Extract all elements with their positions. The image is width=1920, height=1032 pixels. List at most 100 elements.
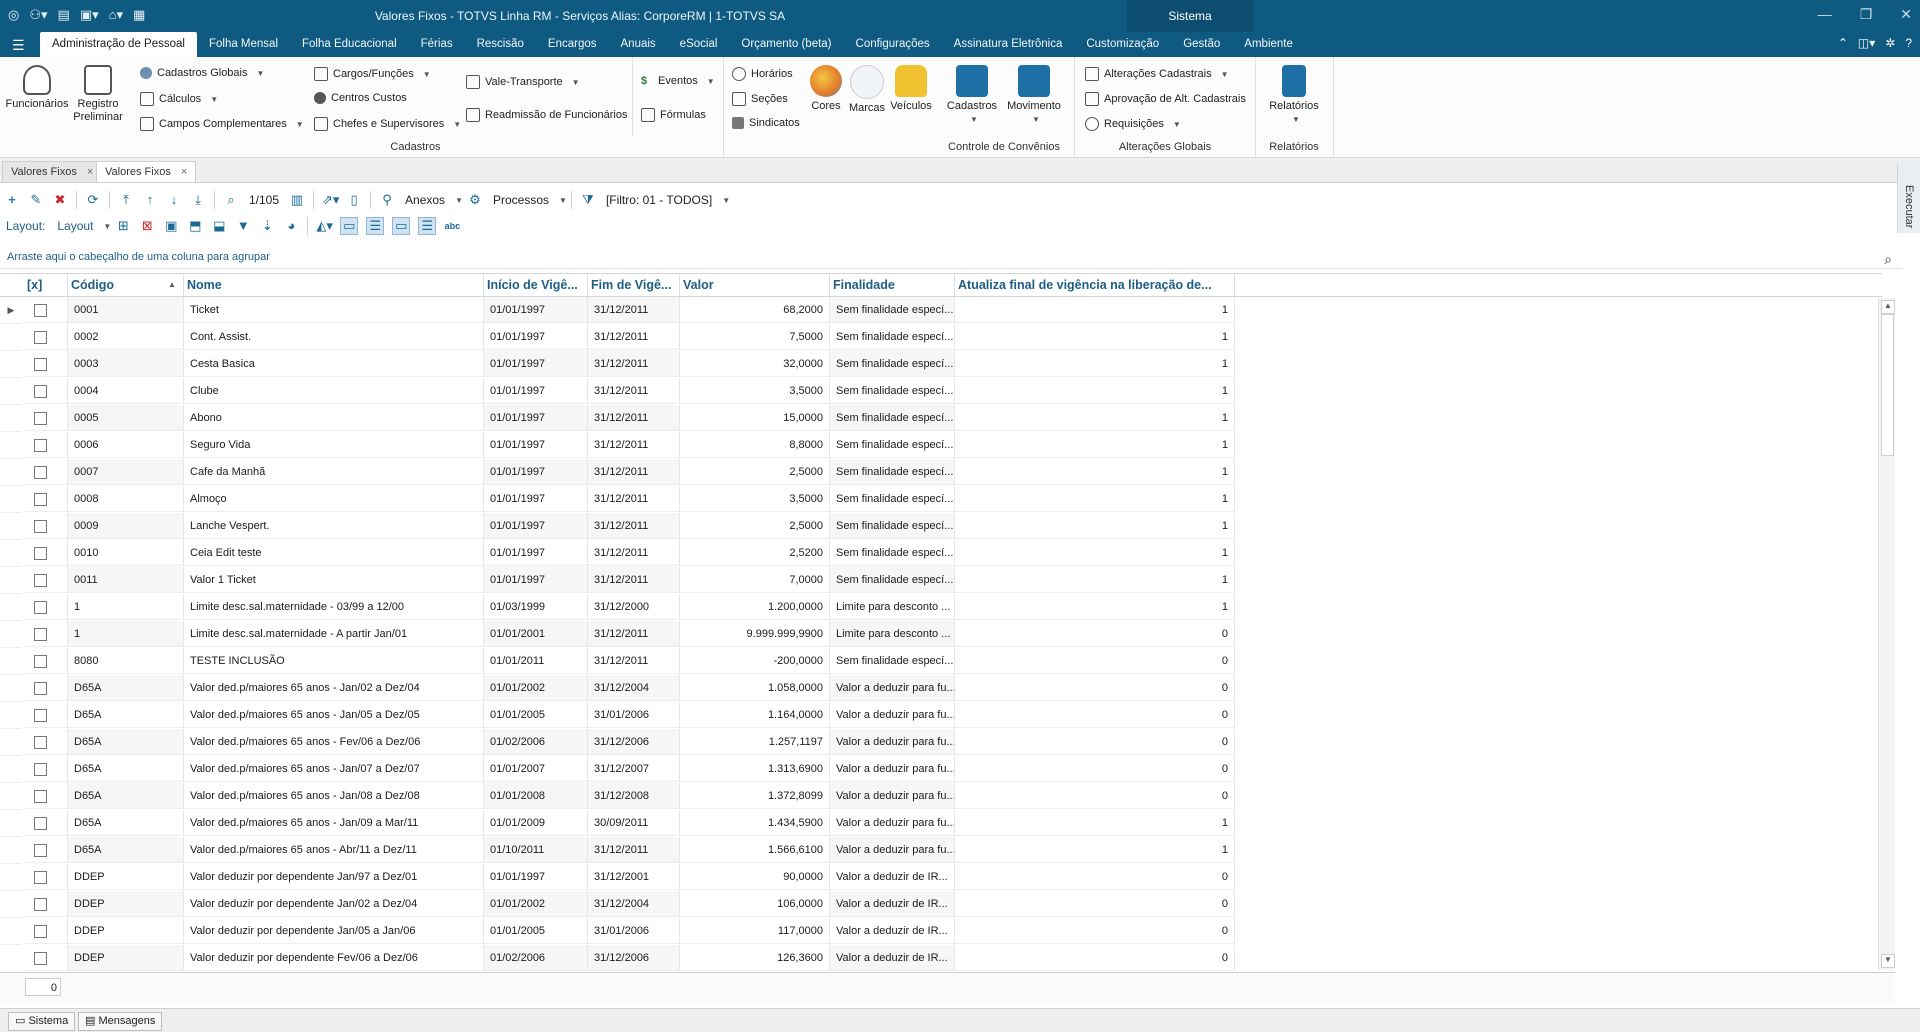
menu-tab[interactable]: Assinatura Eletrônica (942, 32, 1075, 57)
menu-tab[interactable]: Folha Mensal (197, 32, 290, 57)
grid-cell[interactable]: 1 (955, 486, 1235, 512)
table-row[interactable]: DDEP Valor deduzir por dependente Jan/05 … (0, 918, 1882, 945)
grid-cell[interactable]: 0 (955, 675, 1235, 701)
grid-cell[interactable]: Cafe da Manhã (184, 459, 484, 485)
grid-cell[interactable]: 1 (955, 378, 1235, 404)
grid-cell[interactable]: 01/01/1997 (484, 351, 588, 377)
grid-cell[interactable]: 31/12/2011 (588, 540, 680, 566)
grid-cell[interactable]: 01/01/1997 (484, 567, 588, 593)
grid-cell[interactable]: 1 (955, 432, 1235, 458)
grid-cell[interactable]: D65A (68, 756, 184, 782)
grid-cell[interactable]: D65A (68, 810, 184, 836)
column-header[interactable]: Valor (680, 274, 830, 296)
close-tab-icon[interactable]: × (87, 166, 93, 178)
shapes-icon[interactable]: ◕ (283, 218, 299, 234)
grid-cell[interactable]: Abono (184, 405, 484, 431)
grid-cell[interactable]: 117,0000 (680, 918, 830, 944)
grid-cell[interactable]: 1 (955, 297, 1235, 323)
grid-cell[interactable]: 1.434,5900 (680, 810, 830, 836)
grid-cell[interactable]: 15,0000 (680, 405, 830, 431)
row-checkbox[interactable] (34, 384, 47, 398)
grid-cell[interactable]: Valor ded.p/maiores 65 anos - Jan/09 a M… (184, 810, 484, 836)
row-checkbox[interactable] (34, 789, 47, 803)
grid-cell[interactable]: 31/12/2011 (588, 486, 680, 512)
row-checkbox[interactable] (34, 924, 47, 938)
table-row[interactable]: 8080 TESTE INCLUSÃO 01/01/2011 31/12/2011 -2… (0, 648, 1882, 675)
menu-tab[interactable]: Configurações (844, 32, 942, 57)
table-row[interactable]: D65A Valor ded.p/maiores 65 anos - Jan/02… (0, 675, 1882, 702)
grid-cell[interactable]: 3,5000 (680, 378, 830, 404)
eventos-button[interactable]: $ Eventos ▼ (641, 75, 715, 87)
grid-cell[interactable]: D65A (68, 702, 184, 728)
table-row[interactable]: D65A Valor ded.p/maiores 65 anos - Abr/11… (0, 837, 1882, 864)
grid-cell[interactable]: 8080 (68, 648, 184, 674)
table-row[interactable]: DDEP Valor deduzir por dependente Jan/02 … (0, 891, 1882, 918)
grid-cell[interactable]: Cesta Basica (184, 351, 484, 377)
chefes-supervisores-button[interactable]: Chefes e Supervisores ▼ (314, 117, 461, 131)
grid-cell[interactable]: 0 (955, 891, 1235, 917)
settings-icon[interactable]: ✲ (1885, 36, 1895, 50)
grid-cell[interactable]: 1 (68, 621, 184, 647)
grid-cell[interactable]: 01/01/1997 (484, 432, 588, 458)
grid-cell[interactable]: 31/12/2011 (588, 351, 680, 377)
grid-cell[interactable]: 31/12/2001 (588, 864, 680, 890)
sort-ascending-icon[interactable]: ▲ (168, 280, 176, 289)
grid-cell[interactable]: 1.200,0000 (680, 594, 830, 620)
restore-icon[interactable]: ❐ (1860, 6, 1873, 23)
grid-cell[interactable]: Limite para desconto ... (830, 621, 955, 647)
status-mensagens-button[interactable]: ▤ Mensagens (78, 1012, 163, 1031)
grid-cell[interactable]: DDEP (68, 945, 184, 971)
grid-cell[interactable]: 32,0000 (680, 351, 830, 377)
previous-record-icon[interactable]: ↑ (142, 192, 158, 208)
grid-cell[interactable]: 1 (955, 837, 1235, 863)
grid-cell[interactable]: 01/10/2011 (484, 837, 588, 863)
row-checkbox[interactable] (34, 330, 47, 344)
grid-cell[interactable]: 31/12/2004 (588, 675, 680, 701)
grid-cell[interactable]: 31/12/2011 (588, 513, 680, 539)
menu-tab[interactable]: Férias (409, 32, 465, 57)
minimize-icon[interactable]: — (1818, 6, 1832, 23)
grid-cell[interactable]: 0010 (68, 540, 184, 566)
vale-transporte-button[interactable]: Vale-Transporte ▼ (466, 75, 580, 89)
menu-tab[interactable]: Gestão (1171, 32, 1232, 57)
upload-layout-icon[interactable]: ⬒ (187, 218, 203, 234)
movimento-button[interactable]: Movimento ▼ (1004, 65, 1064, 126)
table-row[interactable]: 0006 Seguro Vida 01/01/1997 31/12/2011 8,800… (0, 432, 1882, 459)
grid-cell[interactable]: Cont. Assist. (184, 324, 484, 350)
funcionarios-button[interactable]: Funcionários (4, 65, 70, 111)
cargos-funcoes-button[interactable]: Cargos/Funções ▼ (314, 67, 431, 81)
row-checkbox[interactable] (34, 627, 47, 641)
doc-tab-1[interactable]: Valores Fixos × (2, 161, 103, 182)
menu-tab[interactable]: Customização (1074, 32, 1171, 57)
grid-cell[interactable]: Valor deduzir por dependente Jan/05 a Ja… (184, 918, 484, 944)
grid-cell[interactable]: 0007 (68, 459, 184, 485)
grid-cell[interactable]: 01/01/1997 (484, 324, 588, 350)
grid-cell[interactable]: D65A (68, 729, 184, 755)
grid-cell[interactable]: 1.058,0000 (680, 675, 830, 701)
grid-cell[interactable]: 90,0000 (680, 864, 830, 890)
grid-cell[interactable]: 126,3600 (680, 945, 830, 971)
table-row[interactable]: DDEP Valor deduzir por dependente Fev/06 … (0, 945, 1882, 971)
table-row[interactable]: 0005 Abono 01/01/1997 31/12/2011 15,0000 Sem … (0, 405, 1882, 432)
grid-cell[interactable]: 31/12/2008 (588, 783, 680, 809)
grid-cell[interactable]: 01/02/2006 (484, 945, 588, 971)
group-by-area[interactable]: Arraste aqui o cabeçalho de uma coluna p… (0, 246, 1902, 269)
grid-cell[interactable]: 01/01/1997 (484, 486, 588, 512)
grid-cell[interactable]: Valor ded.p/maiores 65 anos - Jan/08 a D… (184, 783, 484, 809)
grid-search-icon[interactable]: ⌕ (1884, 248, 1892, 270)
executar-side-panel[interactable]: Executar (1897, 163, 1920, 233)
table-row[interactable]: 0004 Clube 01/01/1997 31/12/2011 3,5000 Sem f… (0, 378, 1882, 405)
grid-cell[interactable]: 0 (955, 918, 1235, 944)
grid-cell[interactable]: Valor 1 Ticket (184, 567, 484, 593)
grid-cell[interactable]: 0 (955, 783, 1235, 809)
sindicatos-button[interactable]: Sindicatos (732, 117, 800, 129)
menu-tab[interactable]: Folha Educacional (290, 32, 409, 57)
remove-layout-icon[interactable]: ⊠ (139, 218, 155, 234)
hamburger-icon[interactable]: ☰ (12, 37, 25, 54)
grid-cell[interactable]: Limite para desconto ... (830, 594, 955, 620)
grid-cell[interactable]: 0009 (68, 513, 184, 539)
table-row[interactable]: 1 Limite desc.sal.maternidade - 03/99 a 1… (0, 594, 1882, 621)
formulas-button[interactable]: Fórmulas (641, 108, 706, 122)
grid-cell[interactable]: 1 (955, 594, 1235, 620)
row-checkbox[interactable] (34, 519, 47, 533)
